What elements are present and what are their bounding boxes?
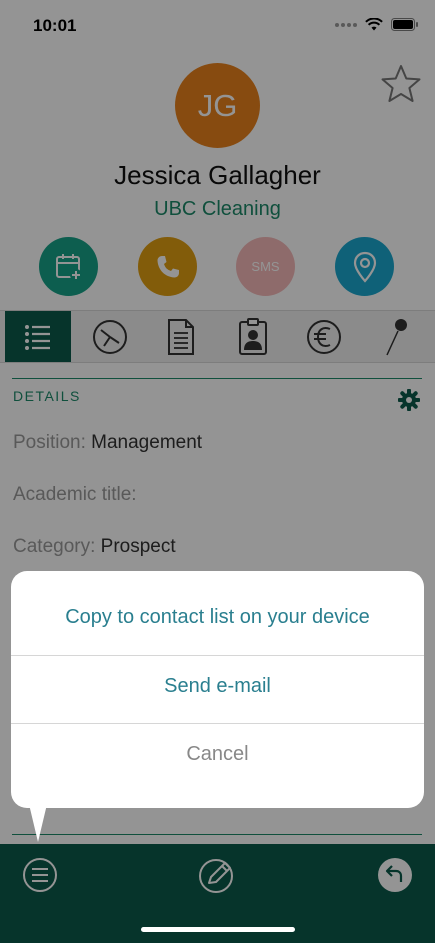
home-indicator[interactable]	[141, 927, 295, 932]
send-email-button[interactable]: Send e-mail	[11, 675, 424, 698]
sheet-divider	[11, 655, 424, 656]
cancel-button[interactable]: Cancel	[11, 743, 424, 766]
sheet-divider	[11, 723, 424, 724]
action-sheet: Copy to contact list on your device Send…	[11, 571, 424, 808]
copy-to-contacts-button[interactable]: Copy to contact list on your device	[11, 606, 424, 629]
